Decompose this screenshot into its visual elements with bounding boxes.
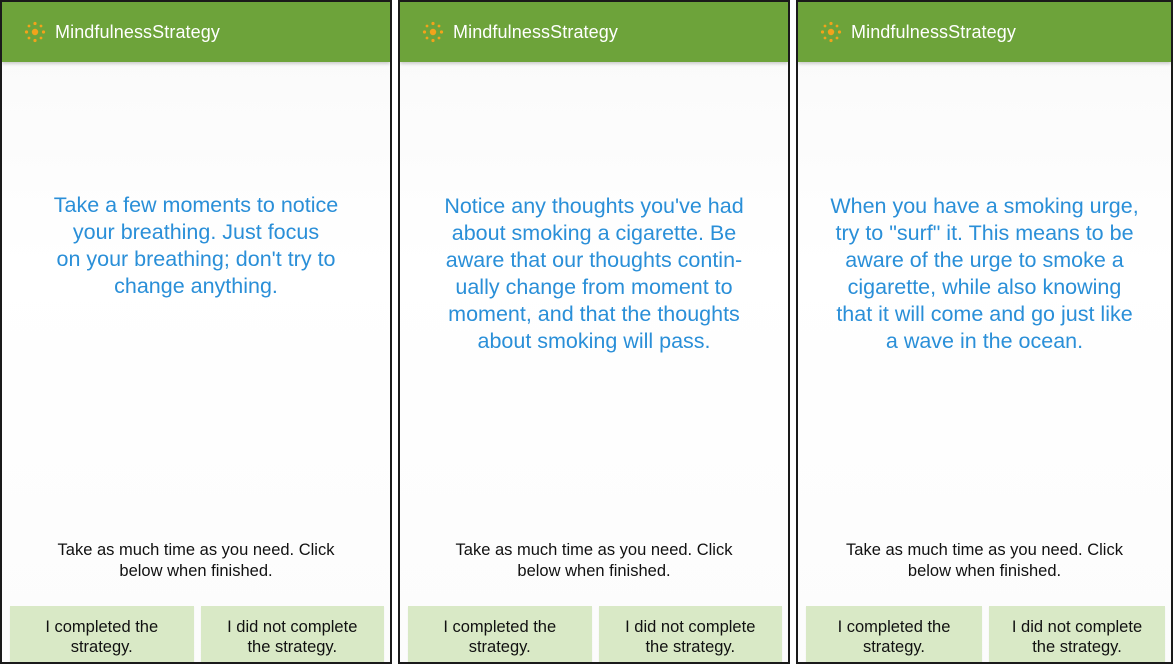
instruction-text: Take as much time as you need. Click bel…: [455, 541, 733, 580]
not-completed-strategy-button[interactable]: I did not complete the strategy.: [989, 606, 1165, 662]
mindfulness-prompt: When you have a smoking urge, try to "su…: [830, 194, 1139, 353]
not-completed-strategy-button[interactable]: I did not complete the strategy.: [598, 606, 782, 662]
phone-screen-2: MindfulnessStrategy Notice any thoughts …: [398, 0, 790, 664]
app-title: MindfulnessStrategy: [453, 21, 618, 42]
sun-icon: [422, 21, 444, 43]
completed-strategy-button[interactable]: I completed the strategy.: [10, 606, 194, 662]
not-completed-strategy-button[interactable]: I did not complete the strategy.: [200, 606, 384, 662]
app-bar: MindfulnessStrategy: [2, 2, 390, 62]
app-title: MindfulnessStrategy: [851, 21, 1016, 42]
sun-icon: [24, 21, 46, 43]
screenshot-stage: MindfulnessStrategy Take a few moments t…: [0, 0, 1173, 668]
button-row: I completed the strategy. I did not comp…: [408, 606, 782, 662]
completed-strategy-button[interactable]: I completed the strategy.: [806, 606, 982, 662]
app-bar: MindfulnessStrategy: [798, 2, 1171, 62]
app-title: MindfulnessStrategy: [55, 21, 220, 42]
instruction-text: Take as much time as you need. Click bel…: [57, 541, 335, 580]
phone-screen-1: MindfulnessStrategy Take a few moments t…: [0, 0, 392, 664]
phone-screen-3: MindfulnessStrategy When you have a smok…: [796, 0, 1173, 664]
button-row: I completed the strategy. I did not comp…: [806, 606, 1165, 662]
screen-body: Notice any thoughts you've had about smo…: [400, 62, 788, 662]
screen-body: When you have a smoking urge, try to "su…: [798, 62, 1171, 662]
mindfulness-prompt: Take a few moments to notice your breath…: [53, 193, 339, 298]
app-bar: MindfulnessStrategy: [400, 2, 788, 62]
completed-strategy-button[interactable]: I completed the strategy.: [408, 606, 592, 662]
sun-icon: [820, 21, 842, 43]
screen-body: Take a few moments to notice your breath…: [2, 62, 390, 662]
instruction-text: Take as much time as you need. Click bel…: [846, 541, 1123, 580]
mindfulness-prompt: Notice any thoughts you've had about smo…: [444, 194, 744, 353]
button-row: I completed the strategy. I did not comp…: [10, 606, 384, 662]
